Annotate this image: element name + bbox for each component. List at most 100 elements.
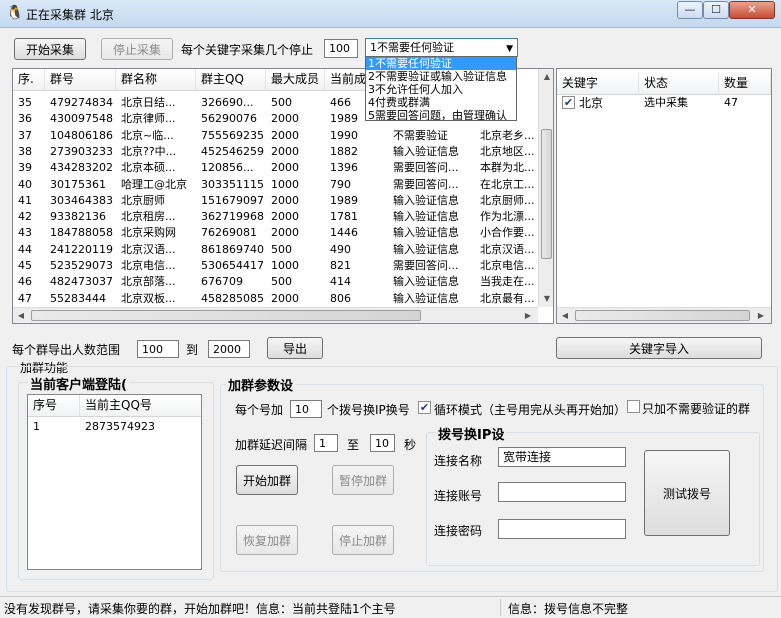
table-cell: 北京电信... xyxy=(121,259,176,272)
table-cell: 458285085 xyxy=(201,291,264,305)
table-header-cell[interactable]: 群名称 xyxy=(116,69,196,91)
table-cell: 北京电信... xyxy=(480,259,535,272)
delay-min-input[interactable]: 1 xyxy=(314,434,338,452)
table-cell: 790 xyxy=(330,177,351,191)
start-collect-button[interactable]: 开始采集 xyxy=(14,38,86,60)
table-cell: 输入验证信息 xyxy=(393,275,459,289)
table-cell: 需要回答问... xyxy=(393,161,459,175)
keyword-table-hscroll[interactable]: ◀ ▶ xyxy=(557,307,771,323)
start-add-group-button[interactable]: 开始加群 xyxy=(236,465,298,495)
verify-select[interactable]: 1不需要任何验证 ▼ xyxy=(365,38,518,57)
export-min-input[interactable]: 100 xyxy=(137,340,179,358)
table-header-cell[interactable]: 数量 xyxy=(719,73,771,95)
table-row[interactable]: 40 30175361 哈理工@北京 303351115 1000 790 需要回答问...… xyxy=(13,177,538,193)
chevron-down-icon: ▼ xyxy=(506,44,513,54)
table-cell: 303351115 xyxy=(201,177,264,191)
scroll-right-arrow-icon[interactable]: ▶ xyxy=(756,311,766,320)
export-max-input[interactable]: 2000 xyxy=(208,340,250,358)
stop-collect-button[interactable]: 停止采集 xyxy=(101,38,173,60)
table-header-cell[interactable]: 序. xyxy=(13,69,45,91)
table-cell: 104806186 xyxy=(50,128,113,142)
table-row[interactable]: ✔ 北京 选中采集 47 xyxy=(557,95,771,111)
stop-after-input[interactable]: 100 xyxy=(324,39,358,58)
table-cell: 北京地区... xyxy=(480,144,535,158)
scroll-thumb[interactable] xyxy=(31,310,421,321)
conn-password-label: 连接密码 xyxy=(434,524,483,538)
status-right: 信息：拨号信息不完整 xyxy=(508,602,629,616)
table-row[interactable]: 1 2873574923 xyxy=(28,419,201,435)
table-row[interactable]: 42 93382136 北京租房... 362719968 2000 1781 输入验证信息… xyxy=(13,209,538,225)
keyword-import-button[interactable]: 关键字导入 xyxy=(556,337,762,359)
table-cell: 需要回答问... xyxy=(393,259,459,272)
delay-to-label: 至 xyxy=(347,438,360,452)
conn-name-input[interactable]: 宽带连接 xyxy=(498,447,626,467)
group-table-hscroll[interactable]: ◀ ▶ xyxy=(13,307,538,323)
table-cell: 430097548 xyxy=(50,112,113,126)
scroll-up-arrow-icon[interactable]: ▲ xyxy=(539,72,553,81)
table-cell: 2000 xyxy=(271,226,299,240)
table-cell: 55283444 xyxy=(50,291,106,305)
export-button[interactable]: 导出 xyxy=(267,337,323,359)
table-cell: 1989 xyxy=(330,193,358,207)
table-cell: 1000 xyxy=(271,259,299,272)
verify-dropdown-list[interactable]: 1不需要任何验证 2不需要验证或输入验证信息 3不允许任何人加入 4付费或群满 5需要回… xyxy=(365,56,517,121)
table-header-cell[interactable]: 状态 xyxy=(639,73,719,95)
dropdown-option[interactable]: 3不允许任何人加入 xyxy=(366,83,516,96)
table-row[interactable]: 41 303464383 北京厨师 151679097 2000 1989 输入验证信息 北京… xyxy=(13,193,538,209)
keyword-table[interactable]: 关键字 状态 数量 ✔ 北京 选中采集 47 ◀ ▶ xyxy=(556,68,772,324)
status-left: 没有发现群号，请采集你要的群，开始加群吧！信息：当前共登陆1个主号 xyxy=(4,602,396,616)
table-row[interactable]: 39 434283202 北京本硕... 120856... 2000 1396 需要回答问… xyxy=(13,160,538,176)
table-row[interactable]: 47 55283444 北京双板... 458285085 2000 806 输入验证信息 北… xyxy=(13,291,538,307)
scroll-thumb[interactable] xyxy=(575,310,750,321)
per-account-suffix: 个拨号换IP换号 xyxy=(327,403,410,417)
maximize-button[interactable]: ☐ xyxy=(703,1,729,19)
dropdown-option[interactable]: 2不需要验证或输入验证信息 xyxy=(366,70,516,83)
table-row[interactable]: 46 482473037 北京部落... 676709 500 414 输入验证信息 当我走在… xyxy=(13,274,538,290)
table-cell: 273903233 xyxy=(50,144,113,158)
loop-mode-checkbox[interactable]: ✔ xyxy=(418,401,431,414)
pause-add-group-button[interactable]: 暂停加群 xyxy=(332,465,394,495)
scroll-left-arrow-icon[interactable]: ◀ xyxy=(560,311,570,320)
table-header-cell[interactable]: 序号 xyxy=(28,395,80,417)
table-row[interactable]: 45 523529073 北京电信... 530654417 1000 821 需要回答问.… xyxy=(13,258,538,274)
table-row[interactable]: 37 104806186 北京~临... 755569235 2000 1990 不需要验证… xyxy=(13,128,538,144)
table-cell: 39 xyxy=(18,161,32,175)
dropdown-option[interactable]: 4付费或群满 xyxy=(366,96,516,109)
dialer-label: 拨号换IP设 xyxy=(436,424,507,443)
conn-password-input[interactable] xyxy=(498,519,626,539)
scroll-right-arrow-icon[interactable]: ▶ xyxy=(523,311,533,320)
scroll-down-arrow-icon[interactable]: ▼ xyxy=(539,294,553,303)
table-cell: 30175361 xyxy=(50,177,106,191)
table-cell: 241220119 xyxy=(50,242,113,256)
client-qq-table[interactable]: 序号 当前主QQ号 1 2873574923 xyxy=(27,394,202,570)
table-row[interactable]: 43 184788058 北京采购网 76269081 2000 1446 输入验证信息 小合… xyxy=(13,225,538,241)
table-cell: 北京本硕... xyxy=(121,161,176,175)
only-no-verify-checkbox[interactable] xyxy=(627,400,640,413)
table-cell: 北京汉语... xyxy=(121,242,176,256)
scroll-thumb[interactable] xyxy=(541,129,552,259)
stop-add-group-button[interactable]: 停止加群 xyxy=(332,525,394,555)
count-cell: 47 xyxy=(724,96,738,109)
table-header-cell[interactable]: 群号 xyxy=(45,69,116,91)
table-cell: 479274834 xyxy=(50,96,113,109)
table-header-cell[interactable]: 关键字 xyxy=(557,73,639,95)
scroll-left-arrow-icon[interactable]: ◀ xyxy=(16,311,26,320)
conn-account-input[interactable] xyxy=(498,482,626,502)
test-dial-button[interactable]: 测试拨号 xyxy=(644,450,730,536)
dropdown-option[interactable]: 5需要回答问题，由管理确认 xyxy=(366,109,516,120)
resume-add-group-button[interactable]: 恢复加群 xyxy=(236,525,298,555)
table-header-cell[interactable]: 最大成员 xyxy=(266,69,325,91)
group-table-vscroll[interactable]: ▲ ▼ xyxy=(538,69,553,307)
delay-max-input[interactable]: 10 xyxy=(370,434,395,452)
minimize-button[interactable]: — xyxy=(677,1,703,19)
table-header-cell[interactable]: 群主QQ xyxy=(196,69,266,91)
close-button[interactable]: ✕ xyxy=(729,1,775,19)
per-account-input[interactable]: 10 xyxy=(290,400,322,418)
table-header-cell[interactable]: 当前主QQ号 xyxy=(80,395,201,417)
table-cell: 输入验证信息 xyxy=(393,291,459,305)
dropdown-option[interactable]: 1不需要任何验证 xyxy=(366,57,516,70)
table-cell: 523529073 xyxy=(50,259,113,272)
table-row[interactable]: 44 241220119 北京汉语... 861869740 500 490 输入验证信息 北… xyxy=(13,242,538,258)
table-cell: 2000 xyxy=(271,128,299,142)
table-row[interactable]: 38 273903233 北京??中... 452546259 2000 1882 输入验证… xyxy=(13,144,538,160)
